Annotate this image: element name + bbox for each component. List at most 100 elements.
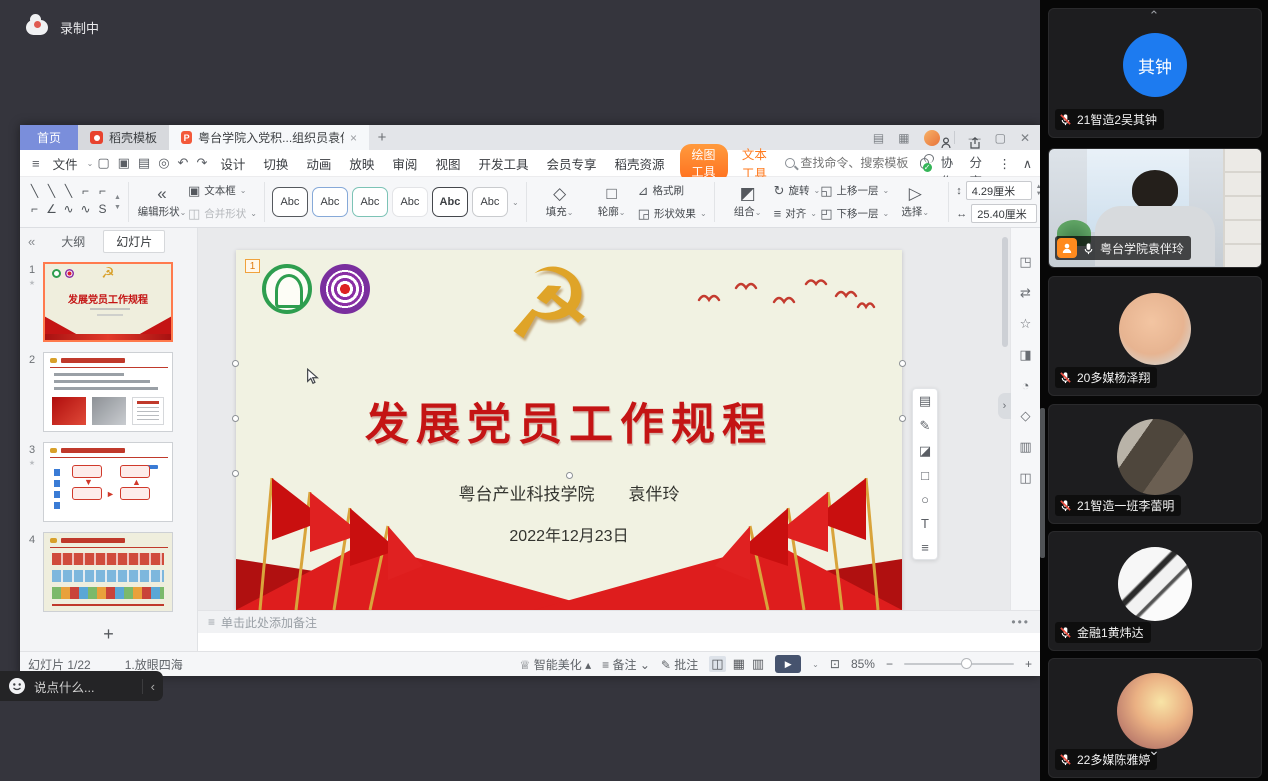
eraser-icon[interactable]: ◪ xyxy=(919,443,931,459)
cloud-sync-icon[interactable] xyxy=(920,158,928,169)
fit-slide-icon[interactable]: ⊡ xyxy=(830,657,840,671)
collapse-chat-icon[interactable]: ‹ xyxy=(142,679,155,694)
tab-docer-templates[interactable]: 稻壳模板 xyxy=(78,125,169,150)
zoom-level[interactable]: 85% xyxy=(851,657,875,671)
rotate-button[interactable]: ↻ 旋转⌄ xyxy=(774,182,821,200)
hamburger-icon[interactable]: ≡ xyxy=(32,156,40,171)
comments-button[interactable]: ✎ 批注 xyxy=(661,656,698,673)
menu-animation[interactable]: 动画 xyxy=(306,154,331,173)
swap-icon[interactable]: ⇄ xyxy=(1020,285,1031,301)
selection-handle[interactable] xyxy=(232,415,239,422)
history-icon[interactable]: ◔ xyxy=(1022,378,1030,393)
shape-style-5[interactable]: Abc xyxy=(432,187,468,217)
pen-icon[interactable]: ✎ xyxy=(920,418,931,434)
selection-handle[interactable] xyxy=(566,472,573,479)
preview-icon[interactable]: ◎ xyxy=(158,155,169,171)
text-box-button[interactable]: ▣ 文本框⌄ xyxy=(188,182,257,200)
zoom-slider[interactable] xyxy=(904,663,1014,665)
collapse-ribbon-icon[interactable]: ∧ xyxy=(1023,156,1032,171)
menu-design[interactable]: 设计 xyxy=(220,154,245,173)
canvas-scrollbar[interactable] xyxy=(1002,237,1008,347)
save-icon[interactable]: ▣ xyxy=(118,155,130,171)
tab-outline[interactable]: 大纲 xyxy=(51,231,95,252)
emoji-face-icon[interactable] xyxy=(8,677,26,695)
chat-quick-bar[interactable]: 说点什么... ‹ xyxy=(0,671,163,701)
participant-tile[interactable]: 21智造一班李蕾明 xyxy=(1048,404,1262,524)
material-icon[interactable]: ▥ xyxy=(1019,439,1031,455)
note-icon[interactable]: ≡ xyxy=(921,540,929,555)
favorites-icon[interactable]: ☆ xyxy=(1020,316,1032,332)
merge-shapes-button[interactable]: ◫ 合并形状⌄ xyxy=(188,205,257,223)
slide-thumbnail-3[interactable]: ▼ ► ▲ xyxy=(43,442,173,522)
scroll-down-chevron-icon[interactable]: ⌄ xyxy=(1040,742,1268,759)
slide-1-canvas[interactable]: 1 ☭ 发展党员工作规程 粤台产业科技学院袁伴玲 2022年12月23日 xyxy=(236,250,902,610)
slide-thumbnail-4[interactable] xyxy=(43,532,173,612)
menu-review[interactable]: 审阅 xyxy=(392,154,417,173)
normal-view-button[interactable]: ◫ xyxy=(709,656,725,672)
layers-icon[interactable]: ▤ xyxy=(919,393,931,409)
slide-thumbnail-2[interactable] xyxy=(43,352,173,432)
participant-tile-presenter[interactable]: 粤台学院袁伴玲 xyxy=(1048,148,1262,268)
play-options-icon[interactable]: ⌄ xyxy=(812,660,819,669)
menu-membership[interactable]: 会员专享 xyxy=(546,154,596,173)
bring-forward-button[interactable]: ◱ 上移一层⌄ xyxy=(820,182,889,200)
print-icon[interactable]: ▤ xyxy=(138,155,150,171)
format-painter-button[interactable]: ⊿ 格式刷 xyxy=(638,182,707,200)
menu-transition[interactable]: 切换 xyxy=(263,154,288,173)
tab-slides[interactable]: 幻灯片 xyxy=(103,230,165,253)
shape-style-2[interactable]: Abc xyxy=(312,187,348,217)
shape-style-3[interactable]: Abc xyxy=(352,187,388,217)
menu-docer-resources[interactable]: 稻壳资源 xyxy=(614,154,664,173)
outline-button[interactable]: □ 轮廓⌄ xyxy=(586,185,638,219)
shape-style-6[interactable]: Abc xyxy=(472,187,508,217)
expand-pane-chevron[interactable]: › xyxy=(998,393,1011,419)
style-gallery-more-icon[interactable]: ⌄ xyxy=(512,198,519,207)
scroll-up-chevron-icon[interactable]: ⌃ xyxy=(1040,8,1268,24)
editing-canvas[interactable]: 1 ☭ 发展党员工作规程 粤台产业科技学院袁伴玲 2022年12月23日 xyxy=(198,228,1010,633)
tab-home[interactable]: 首页 xyxy=(20,125,78,150)
menu-file[interactable]: 文件 xyxy=(53,154,78,173)
notes-more-icon[interactable]: ••• xyxy=(1011,615,1030,629)
search-input[interactable] xyxy=(800,156,920,170)
new-doc-icon[interactable]: ▢ xyxy=(97,155,109,171)
menu-slideshow[interactable]: 放映 xyxy=(349,154,374,173)
close-tab-icon[interactable]: × xyxy=(350,131,357,145)
zoom-slider-knob[interactable] xyxy=(961,658,972,669)
slideshow-play-button[interactable]: ▶ xyxy=(775,655,801,673)
add-slide-button[interactable]: + xyxy=(20,624,197,645)
align-button[interactable]: ≡ 对齐⌄ xyxy=(774,205,821,223)
participant-tile[interactable]: 其钟 21智造2吴其钟 xyxy=(1048,8,1262,138)
sorter-view-button[interactable]: ▦ xyxy=(733,656,745,672)
menu-devtools[interactable]: 开发工具 xyxy=(478,154,528,173)
participant-tile[interactable]: 22多媒陈雅婷 xyxy=(1048,658,1262,778)
selection-handle[interactable] xyxy=(899,415,906,422)
participants-scrollbar[interactable] xyxy=(1040,408,1045,558)
shape-icon[interactable]: □ xyxy=(921,468,929,483)
gallery-up-icon[interactable]: ▲ xyxy=(114,194,121,201)
more-menu-icon[interactable]: ⋮ xyxy=(998,156,1011,171)
participant-tile[interactable]: 20多媒杨泽翔 xyxy=(1048,276,1262,396)
edit-shape-button[interactable]: « 编辑形状⌄ xyxy=(136,185,188,219)
fill-button[interactable]: ◇ 填充⌄ xyxy=(534,185,586,219)
slide-title[interactable]: 发展党员工作规程 xyxy=(236,388,902,452)
color-picker-icon[interactable]: ◇ xyxy=(1021,408,1031,424)
chat-input-placeholder[interactable]: 说点什么... xyxy=(34,677,134,696)
redo-icon[interactable]: ↷ xyxy=(196,155,207,171)
undo-icon[interactable]: ↶ xyxy=(178,155,189,171)
shape-style-1[interactable]: Abc xyxy=(272,187,308,217)
grid-view-icon[interactable]: ▦ xyxy=(898,131,909,145)
command-search[interactable] xyxy=(785,156,920,170)
properties-icon[interactable]: ◳ xyxy=(1019,254,1031,270)
text-tool-icon[interactable]: T xyxy=(921,516,929,531)
slide-thumbnail-1[interactable]: ☭ 发展党员工作规程 xyxy=(43,262,173,342)
notes-bar[interactable]: ≡ 单击此处添加备注 ••• xyxy=(198,610,1040,633)
participant-tile[interactable]: 金融1黄炜达 xyxy=(1048,531,1262,651)
tab-current-document[interactable]: P 粤台学院入党积...组织员袁伴玲) × xyxy=(169,125,369,150)
collapse-panel-icon[interactable]: « xyxy=(28,234,35,249)
zoom-out-button[interactable]: − xyxy=(886,657,893,671)
select-button[interactable]: ▷ 选择⌄ xyxy=(889,185,941,219)
reading-view-button[interactable]: ▥ xyxy=(752,656,764,672)
selection-handle[interactable] xyxy=(232,470,239,477)
notes-button[interactable]: ≡ 备注 ⌄ xyxy=(602,656,650,673)
beautify-button[interactable]: ♕ 智能美化 ▴ xyxy=(520,656,591,673)
